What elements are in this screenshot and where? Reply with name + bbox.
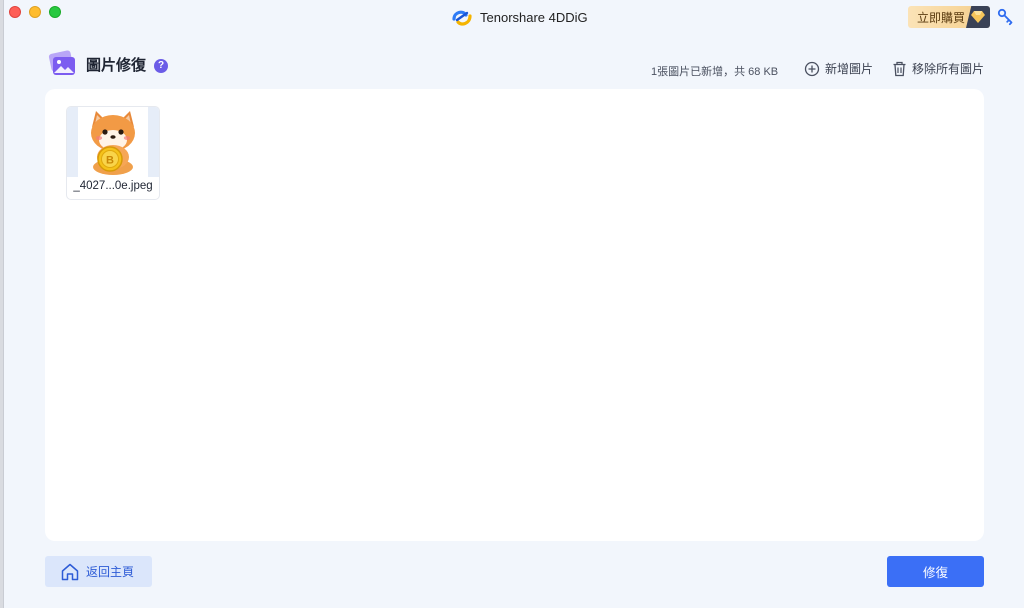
window-controls bbox=[9, 6, 61, 18]
shiba-coin-image: B bbox=[91, 111, 135, 175]
repair-button[interactable]: 修復 bbox=[887, 556, 984, 587]
buy-now-label: 立即購買 bbox=[917, 10, 966, 25]
buy-now-button[interactable]: 立即購買 bbox=[908, 6, 990, 28]
diamond-icon bbox=[966, 6, 990, 28]
page-title-group: 圖片修復 ? bbox=[46, 50, 169, 78]
page-header: 圖片修復 ? 1張圖片已新增，共 68 KB 新增圖片 移除所有圖片 bbox=[44, 50, 984, 80]
app-title: Tenorshare 4DDiG bbox=[451, 6, 588, 28]
add-image-label: 新增圖片 bbox=[825, 62, 874, 76]
thumbnail-image-area: B bbox=[67, 107, 159, 177]
image-list-panel: B _4027...0e.jpeg bbox=[45, 89, 984, 541]
plus-circle-icon bbox=[804, 61, 820, 76]
maximize-window-button[interactable] bbox=[49, 6, 61, 18]
home-icon bbox=[61, 563, 79, 580]
back-to-home-button[interactable]: 返回主頁 bbox=[45, 556, 152, 587]
thumbnail-image: B bbox=[78, 107, 148, 177]
back-to-home-label: 返回主頁 bbox=[86, 565, 135, 579]
key-icon[interactable] bbox=[997, 8, 1015, 26]
add-image-button[interactable]: 新增圖片 bbox=[804, 60, 873, 77]
close-window-button[interactable] bbox=[9, 6, 21, 18]
app-title-text: Tenorshare 4DDiG bbox=[480, 9, 588, 25]
title-bar: Tenorshare 4DDiG 立即購買 bbox=[4, 0, 1024, 34]
trash-icon bbox=[893, 61, 906, 76]
page-title: 圖片修復 bbox=[86, 56, 147, 74]
thumbnail-file-name: _4027...0e.jpeg bbox=[73, 180, 153, 192]
remove-all-label: 移除所有圖片 bbox=[912, 62, 985, 76]
photo-repair-icon bbox=[48, 50, 75, 75]
image-thumbnail-card[interactable]: B _4027...0e.jpeg bbox=[66, 106, 160, 200]
file-summary: 1張圖片已新增，共 68 KB bbox=[651, 66, 779, 78]
remove-all-images-button[interactable]: 移除所有圖片 bbox=[892, 60, 984, 77]
minimize-window-button[interactable] bbox=[29, 6, 41, 18]
app-window: Tenorshare 4DDiG 立即購買 圖片修復 ? 1張圖片已新增，共 6… bbox=[3, 0, 1024, 608]
repair-label: 修復 bbox=[922, 566, 948, 580]
svg-text:B: B bbox=[106, 155, 114, 167]
app-logo-icon bbox=[452, 10, 472, 26]
help-icon[interactable]: ? bbox=[154, 58, 169, 73]
